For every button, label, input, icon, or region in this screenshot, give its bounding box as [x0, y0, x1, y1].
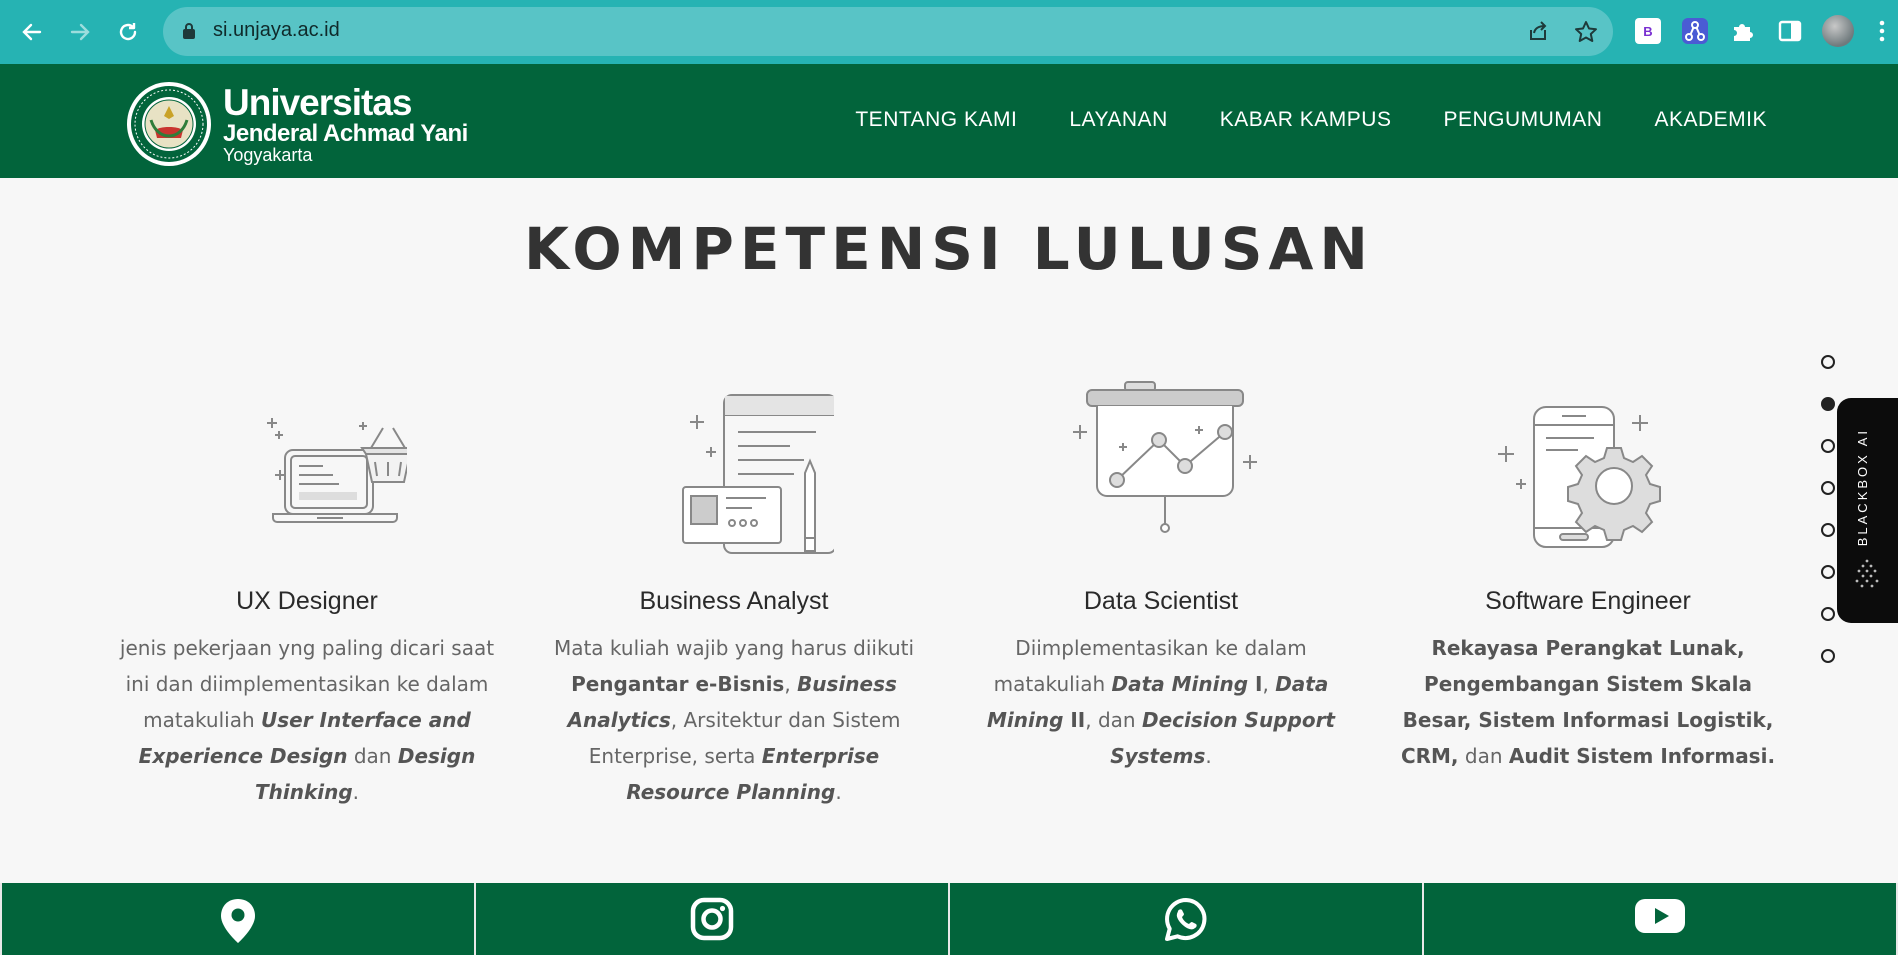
card-title: Business Analyst: [639, 587, 829, 615]
logo-subtitle: Jenderal Achmad Yani: [223, 120, 468, 147]
forward-button[interactable]: [62, 14, 98, 50]
arrow-right-icon: [70, 23, 90, 41]
section-dot-5[interactable]: [1821, 523, 1835, 537]
nav-kabar-kampus[interactable]: KABAR KAMPUS: [1220, 108, 1392, 132]
profile-button[interactable]: [1822, 15, 1854, 47]
youtube-icon: [1635, 899, 1685, 933]
reload-button[interactable]: [110, 14, 146, 50]
description-segment: .: [1205, 744, 1212, 768]
blackbox-label: BLACKBOX AI: [1855, 428, 1870, 547]
section-dot-7[interactable]: [1821, 607, 1835, 621]
footer-whatsapp-link[interactable]: [950, 883, 1424, 955]
site-logo[interactable]: Universitas Jenderal Achmad Yani Yogyaka…: [223, 82, 468, 165]
footer-social-bar: [0, 883, 1898, 955]
side-panel-button[interactable]: [1774, 15, 1806, 47]
section-dot-1[interactable]: [1821, 355, 1835, 369]
description-segment: Mata kuliah wajib yang harus diikuti: [553, 636, 915, 660]
share-icon[interactable]: [1525, 19, 1551, 45]
extension-graph-button[interactable]: [1679, 15, 1711, 47]
blackbox-ai-widget[interactable]: BLACKBOX AI: [1837, 398, 1898, 623]
arrow-left-icon: [22, 23, 42, 41]
card-description: jenis pekerjaan yng paling dicari saat i…: [117, 630, 497, 810]
footer-youtube-link[interactable]: [1424, 883, 1898, 955]
footer-location-link[interactable]: [0, 883, 476, 955]
university-emblem-icon[interactable]: [125, 80, 213, 168]
description-segment: Audit Sistem Informasi.: [1508, 744, 1776, 768]
more-vertical-icon: [1879, 20, 1885, 42]
extension-b-icon: B: [1635, 18, 1661, 44]
competency-card-ux: UX Designer jenis pekerjaan yng paling d…: [117, 380, 497, 810]
section-title: KOMPETENSI LULUSAN: [524, 215, 1374, 283]
card-description: Rekayasa Perangkat Lunak, Pengembangan S…: [1398, 630, 1778, 774]
description-segment: Decision Support Systems: [1110, 708, 1335, 768]
back-button[interactable]: [14, 14, 50, 50]
extensions-button[interactable]: [1727, 15, 1759, 47]
description-segment: dan: [1458, 744, 1509, 768]
card-title: UX Designer: [236, 587, 378, 615]
description-segment: Data Mining: [1111, 672, 1249, 696]
nav-tentang-kami[interactable]: TENTANG KAMI: [855, 108, 1017, 132]
description-segment: dan: [347, 744, 398, 768]
card-description: Diimplementasikan ke dalam matakuliah Da…: [971, 630, 1351, 774]
description-segment: , dan: [1085, 708, 1142, 732]
url-text: si.unjaya.ac.id: [213, 19, 340, 41]
presentation-chart-icon: [1073, 381, 1257, 533]
reload-icon: [119, 23, 137, 41]
description-segment: .: [835, 780, 842, 804]
section-dot-4[interactable]: [1821, 481, 1835, 495]
card-title: Data Scientist: [1083, 587, 1239, 615]
description-segment: .: [352, 780, 360, 804]
address-bar[interactable]: si.unjaya.ac.id: [163, 7, 1613, 56]
puzzle-icon: [1734, 24, 1753, 41]
competency-card-business-analyst: Business Analyst Mata kuliah wajib yang …: [544, 380, 924, 810]
phone-gear-icon: [1498, 406, 1661, 548]
description-segment: II: [1063, 708, 1086, 732]
nav-akademik[interactable]: AKADEMIK: [1654, 108, 1767, 132]
laptop-basket-icon: [267, 418, 407, 523]
avatar: [1822, 15, 1854, 47]
instagram-icon: [690, 897, 734, 941]
nav-pengumuman[interactable]: PENGUMUMAN: [1443, 108, 1602, 132]
footer-instagram-link[interactable]: [476, 883, 950, 955]
logo-city: Yogyakarta: [223, 145, 313, 165]
card-title: Software Engineer: [1485, 587, 1691, 615]
location-pin-icon: [221, 899, 255, 943]
card-description: Mata kuliah wajib yang harus diikuti Pen…: [544, 630, 924, 810]
nav-layanan[interactable]: LAYANAN: [1069, 108, 1167, 132]
description-segment: ,: [1262, 672, 1276, 696]
browser-menu-button[interactable]: [1872, 15, 1892, 47]
section-dot-2[interactable]: [1821, 397, 1835, 411]
lock-icon: [183, 23, 195, 39]
side-panel-icon: [1778, 20, 1802, 42]
browser-toolbar: si.unjaya.ac.id B: [0, 0, 1898, 64]
main-nav: TENTANG KAMI LAYANAN KABAR KAMPUS PENGUM…: [855, 108, 1767, 132]
section-dot-3[interactable]: [1821, 439, 1835, 453]
description-segment: Pengantar e-Bisnis: [571, 672, 785, 696]
section-dot-8[interactable]: [1821, 649, 1835, 663]
section-dot-6[interactable]: [1821, 565, 1835, 579]
description-segment: I: [1248, 672, 1263, 696]
competency-card-data-scientist: Data Scientist Diimplementasikan ke dala…: [971, 380, 1351, 774]
description-segment: ,: [784, 672, 798, 696]
whatsapp-icon: [1165, 898, 1207, 941]
bookmark-star-icon[interactable]: [1573, 19, 1599, 45]
logo-title: Universitas: [223, 82, 412, 123]
blackbox-logo-icon: [1855, 559, 1879, 588]
document-card-pen-icon: [682, 394, 834, 554]
competency-card-software-engineer: Software Engineer Rekayasa Perangkat Lun…: [1398, 380, 1778, 774]
extension-b-button[interactable]: B: [1632, 15, 1664, 47]
network-extension-icon: [1682, 18, 1708, 44]
